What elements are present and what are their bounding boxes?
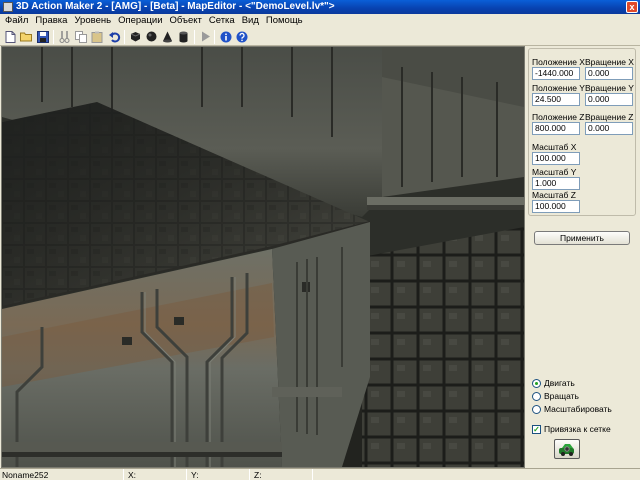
mode-scale-option[interactable]: Масштабировать <box>532 404 612 414</box>
menu-view[interactable]: Вид <box>239 14 263 28</box>
position-x-field[interactable]: -1440.000 <box>532 67 580 80</box>
cut-icon[interactable] <box>58 30 71 43</box>
status-object-name: Noname252 <box>2 470 49 480</box>
snap-to-grid-checkbox[interactable]: ✓ <box>532 424 541 434</box>
position-x-label: Положение X <box>532 57 585 67</box>
rotation-y-label: Вращение Y <box>585 83 634 93</box>
app-icon <box>3 2 13 12</box>
menu-file[interactable]: Файл <box>2 14 32 28</box>
apply-button[interactable]: Применить <box>534 231 630 245</box>
3d-scene <box>2 47 524 467</box>
position-z-label: Положение Z <box>532 112 585 122</box>
menu-object[interactable]: Объект <box>167 14 206 28</box>
3d-viewport[interactable] <box>1 46 525 468</box>
properties-panel: Положение X Вращение X -1440.000 0.000 П… <box>526 46 640 468</box>
transform-group: Положение X Вращение X -1440.000 0.000 П… <box>528 48 636 216</box>
copy-icon[interactable] <box>74 30 87 43</box>
scale-y-label: Масштаб Y <box>532 167 577 177</box>
snap-to-grid-label: Привязка к сетке <box>544 424 611 434</box>
cylinder-icon[interactable] <box>177 30 190 43</box>
scale-y-field[interactable]: 1.000 <box>532 177 580 190</box>
status-bar: Noname252 X: Y: Z: <box>0 468 640 480</box>
rotation-y-field[interactable]: 0.000 <box>585 93 633 106</box>
cone-icon[interactable] <box>161 30 174 43</box>
new-file-icon[interactable] <box>4 30 17 43</box>
toolbar <box>0 28 640 46</box>
info-icon[interactable] <box>219 30 232 43</box>
render-tool-button[interactable] <box>554 439 580 459</box>
status-z-label: Z: <box>254 470 262 480</box>
status-x-label: X: <box>128 470 137 480</box>
menu-operations[interactable]: Операции <box>115 14 166 28</box>
open-folder-icon[interactable] <box>20 30 33 43</box>
menu-level[interactable]: Уровень <box>71 14 115 28</box>
window-title: 3D Action Maker 2 - [AMG] - [Beta] - Map… <box>16 1 335 12</box>
menu-help[interactable]: Помощь <box>263 14 307 28</box>
rotation-z-field[interactable]: 0.000 <box>585 122 633 135</box>
toolbar-separator <box>124 30 125 44</box>
scale-x-label: Масштаб X <box>532 142 577 152</box>
mode-rotate-label: Вращать <box>544 391 579 401</box>
mode-scale-radio[interactable] <box>532 404 541 414</box>
scale-x-field[interactable]: 100.000 <box>532 152 580 165</box>
status-y-label: Y: <box>191 470 199 480</box>
snap-to-grid-option[interactable]: ✓ Привязка к сетке <box>532 424 611 434</box>
toolbar-separator <box>214 30 215 44</box>
undo-icon[interactable] <box>108 30 121 43</box>
mode-move-label: Двигать <box>544 378 575 388</box>
paste-icon[interactable] <box>90 30 103 43</box>
close-button[interactable]: x <box>626 1 638 13</box>
sphere-icon[interactable] <box>145 30 158 43</box>
cube-icon[interactable] <box>129 30 142 43</box>
toolbar-separator <box>194 30 195 44</box>
mode-scale-label: Масштабировать <box>544 404 612 414</box>
status-divider <box>186 469 187 480</box>
menu-grid[interactable]: Сетка <box>206 14 239 28</box>
status-divider <box>249 469 250 480</box>
menu-bar: Файл Правка Уровень Операции Объект Сетк… <box>0 14 640 28</box>
title-bar: 3D Action Maker 2 - [AMG] - [Beta] - Map… <box>0 0 640 14</box>
scale-z-label: Масштаб Z <box>532 190 576 200</box>
rotation-x-field[interactable]: 0.000 <box>585 67 633 80</box>
help-icon[interactable] <box>235 30 248 43</box>
status-divider <box>312 469 313 480</box>
toolbar-separator <box>53 30 54 44</box>
save-icon[interactable] <box>36 30 49 43</box>
car-gear-icon <box>559 444 574 456</box>
status-divider <box>123 469 124 480</box>
mode-rotate-option[interactable]: Вращать <box>532 391 579 401</box>
position-y-label: Положение Y <box>532 83 585 93</box>
menu-edit[interactable]: Правка <box>32 14 71 28</box>
mode-move-radio[interactable] <box>532 378 541 388</box>
position-z-field[interactable]: 800.000 <box>532 122 580 135</box>
position-y-field[interactable]: 24.500 <box>532 93 580 106</box>
play-icon[interactable] <box>199 30 212 43</box>
rotation-z-label: Вращение Z <box>585 112 634 122</box>
mode-move-option[interactable]: Двигать <box>532 378 575 388</box>
scale-z-field[interactable]: 100.000 <box>532 200 580 213</box>
mode-rotate-radio[interactable] <box>532 391 541 401</box>
rotation-x-label: Вращение X <box>585 57 634 67</box>
